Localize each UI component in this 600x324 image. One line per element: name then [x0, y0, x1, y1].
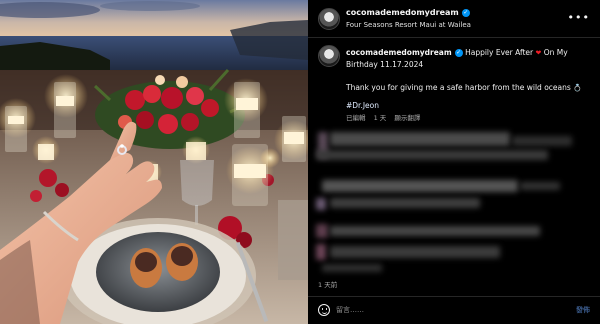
- post-comment-button[interactable]: 發佈: [576, 305, 590, 315]
- verified-icon: ✓: [454, 49, 463, 57]
- post-time-ago[interactable]: 1 天前: [318, 279, 337, 289]
- caption-line-2: Thank you for giving me a safe harbor fr…: [346, 82, 594, 94]
- heart-icon: ❤: [535, 49, 542, 57]
- caption-avatar[interactable]: [318, 45, 340, 67]
- comments-list-blurred: [316, 128, 598, 276]
- blurred-avatar: [316, 198, 326, 210]
- caption-text-1: Happily Ever After: [465, 48, 534, 57]
- blurred-comment: [520, 182, 560, 190]
- see-translation-link[interactable]: 顯示翻譯: [394, 114, 420, 122]
- post-username[interactable]: cocomademedomydream ✓: [346, 8, 470, 17]
- blurred-comment: [330, 198, 480, 208]
- photo-scene: [0, 0, 308, 324]
- post-photo[interactable]: [0, 0, 308, 324]
- blurred-comment: [330, 132, 510, 146]
- blurred-avatar: [316, 224, 328, 238]
- blurred-comment: [512, 136, 572, 146]
- post-header: cocomademedomydream ✓ Four Seasons Resort…: [308, 0, 600, 38]
- caption-body: cocomademedomydream ✓ Happily Ever After …: [346, 47, 594, 124]
- ring-icon: 💍: [573, 84, 582, 92]
- blurred-avatar: [316, 244, 326, 260]
- caption-text-2: Thank you for giving me a safe harbor fr…: [346, 83, 571, 92]
- comment-input[interactable]: [336, 303, 536, 317]
- caption-meta: 已編輯 1 天 顯示翻譯: [346, 113, 594, 124]
- blurred-comment: [322, 180, 518, 192]
- verified-icon: ✓: [461, 8, 470, 17]
- blurred-comment: [330, 226, 540, 236]
- avatar[interactable]: [318, 8, 340, 30]
- caption-line-1: cocomademedomydream ✓ Happily Ever After …: [346, 47, 594, 70]
- blurred-comment: [316, 150, 548, 160]
- hashtag-link[interactable]: #Dr.Jeon: [346, 100, 594, 111]
- more-options-icon[interactable]: •••: [568, 11, 590, 24]
- caption-time: 1 天: [373, 114, 387, 122]
- post-location[interactable]: Four Seasons Resort Maui at Wailea: [346, 21, 471, 29]
- comment-bar: 發佈: [308, 296, 600, 324]
- username-text[interactable]: cocomademedomydream: [346, 8, 459, 17]
- edited-label: 已編輯: [346, 114, 366, 122]
- blurred-comment: [330, 246, 500, 258]
- post-side-panel: cocomademedomydream ✓ Four Seasons Resort…: [308, 0, 600, 324]
- emoji-icon[interactable]: [318, 304, 330, 316]
- caption-username[interactable]: cocomademedomydream: [346, 48, 452, 57]
- blurred-comment: [322, 264, 382, 272]
